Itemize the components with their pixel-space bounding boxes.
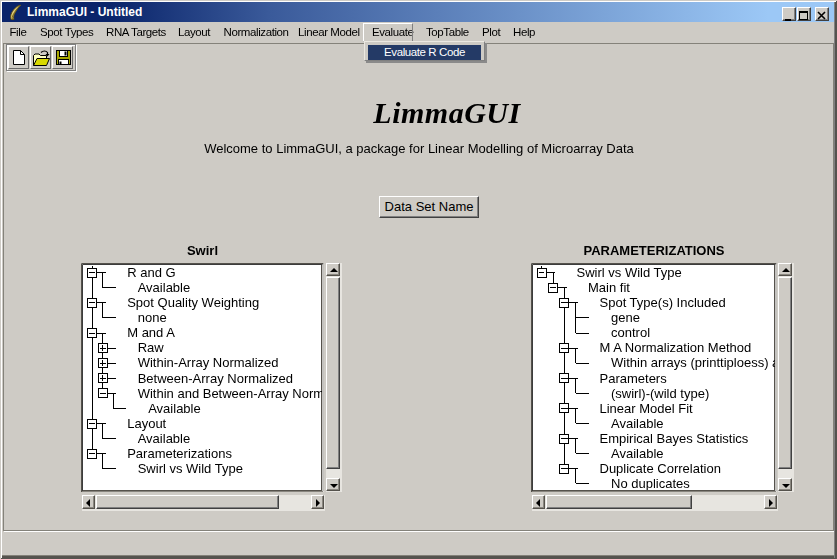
svg-text:Duplicate Correlation: Duplicate Correlation [600,461,721,476]
svg-text:Layout: Layout [127,416,166,431]
svg-text:(swirl)-(wild type): (swirl)-(wild type) [611,386,709,401]
svg-text:Within-Array Normalized: Within-Array Normalized [138,355,279,370]
svg-text:Parameterizations: Parameterizations [127,446,232,461]
svg-text:Available: Available [611,446,664,461]
svg-text:Main fit: Main fit [588,280,630,295]
svg-text:Between-Array Normalized: Between-Array Normalized [138,371,293,386]
svg-text:Spot Type(s) Included: Spot Type(s) Included [600,295,726,310]
svg-text:Available: Available [138,280,191,295]
svg-text:Within arrays (printtiploess): Within arrays (printtiploess) and [611,355,779,370]
svg-text:Spot Quality Weighting: Spot Quality Weighting [127,295,259,310]
svg-text:Swirl vs Wild Type: Swirl vs Wild Type [577,265,682,280]
svg-text:No duplicates: No duplicates [611,476,690,491]
svg-text:Swirl vs Wild Type: Swirl vs Wild Type [138,461,243,476]
svg-text:Empirical Bayes Statistics: Empirical Bayes Statistics [600,431,749,446]
svg-text:Available: Available [148,401,201,416]
svg-text:Available: Available [611,416,664,431]
svg-text:Parameters: Parameters [600,371,668,386]
svg-text:M A Normalization Method: M A Normalization Method [600,340,752,355]
svg-text:Available: Available [138,431,191,446]
svg-text:gene: gene [611,310,640,325]
svg-text:Linear Model Fit: Linear Model Fit [600,401,694,416]
svg-text:R and G: R and G [127,265,175,280]
svg-text:control: control [611,325,650,340]
svg-text:Within and Between-Array Norma: Within and Between-Array Normalized [138,386,327,401]
svg-text:M and A: M and A [127,325,175,340]
svg-text:Raw: Raw [138,340,165,355]
svg-text:none: none [138,310,167,325]
